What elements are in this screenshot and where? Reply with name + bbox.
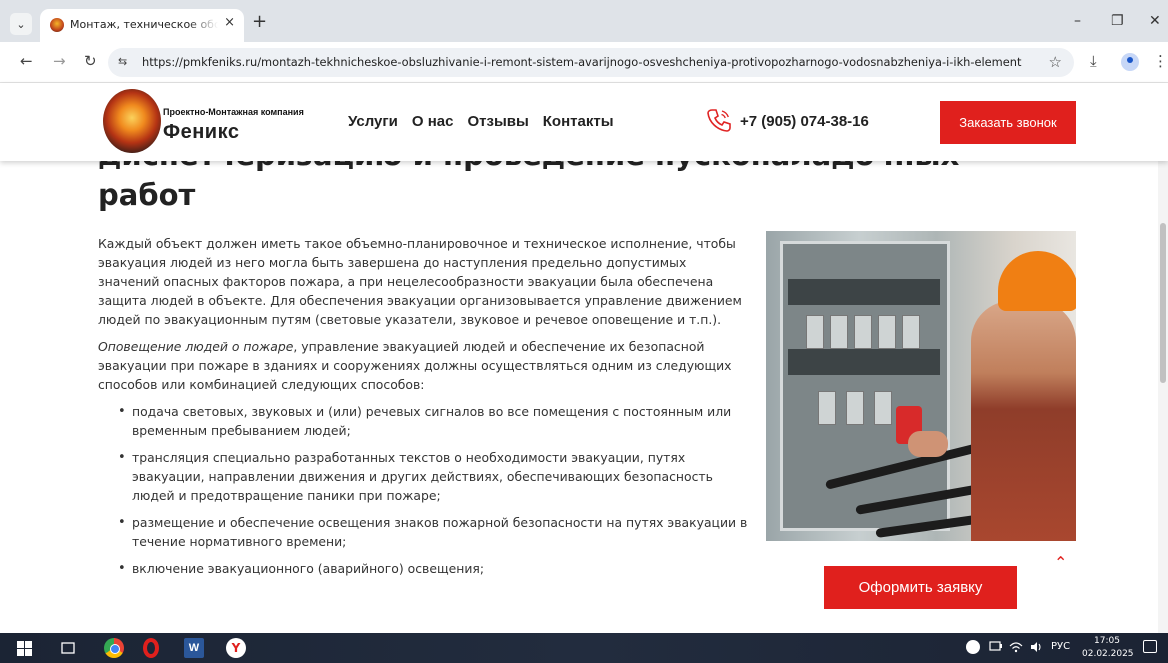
clock-time[interactable]: 17:05 (1094, 636, 1120, 646)
notification-paragraph: Оповещение людей о пожаре, управление эв… (98, 337, 748, 394)
clock-date[interactable]: 02.02.2025 (1082, 649, 1134, 659)
volume-icon[interactable] (1030, 641, 1044, 656)
yandex-tray-icon[interactable] (966, 640, 980, 657)
new-tab-button[interactable]: + (252, 13, 267, 31)
url-text[interactable]: https://pmkfeniks.ru/montazh-tekhnichesk… (142, 55, 1022, 69)
page-title: диспетчеризацию и проведение пусконаладо… (98, 161, 1058, 215)
windows-start-icon[interactable] (14, 638, 34, 658)
intro-paragraph: Каждый объект должен иметь такое объемно… (98, 236, 742, 327)
yandex-browser-icon[interactable]: Y (226, 638, 246, 658)
order-button[interactable]: Оформить заявку (824, 566, 1017, 609)
scroll-to-top-icon[interactable]: ⌃ (1054, 553, 1067, 572)
breaker (874, 391, 892, 425)
methods-list: подача световых, звуковых и (или) речевы… (118, 402, 748, 578)
page-title-line-1: диспетчеризацию и проведение пусконаладо… (98, 161, 959, 172)
electrician-figure (971, 301, 1076, 541)
reload-icon[interactable]: ↻ (84, 52, 97, 70)
site-header: Проектно-Монтажная компания Феникс Услуг… (0, 83, 1168, 161)
nav-item-contacts[interactable]: Контакты (543, 113, 614, 130)
breaker (830, 315, 848, 349)
callback-button[interactable]: Заказать звонок (940, 101, 1076, 144)
article-text: Каждый объект должен иметь такое объемно… (98, 234, 748, 586)
breaker (902, 315, 920, 349)
nav-item-services[interactable]: Услуги (348, 113, 398, 130)
page-title-line-2: работ (98, 178, 196, 212)
breaker (846, 391, 864, 425)
breaker (854, 315, 872, 349)
list-item: размещение и обеспечение освещения знако… (118, 513, 748, 551)
list-item: трансляция специально разработанных текс… (118, 448, 748, 505)
back-icon[interactable]: ← (20, 52, 33, 70)
browser-tab-bar: ⌄ Монтаж, техническое обслуживание × + –… (0, 0, 1168, 42)
battery-icon[interactable] (989, 641, 1003, 654)
logo-title[interactable]: Феникс (163, 121, 239, 144)
din-rail (788, 349, 940, 375)
list-item: подача световых, звуковых и (или) речевы… (118, 402, 748, 440)
language-indicator[interactable]: РУС (1051, 641, 1070, 652)
bookmark-star-icon[interactable]: ☆ (1049, 53, 1062, 71)
nav-item-reviews[interactable]: Отзывы (467, 113, 528, 130)
tab-title: Монтаж, техническое обслуживание (70, 18, 218, 31)
breaker (818, 391, 836, 425)
page-scrollbar[interactable] (1158, 83, 1168, 633)
restore-button[interactable]: ❐ (1111, 13, 1124, 29)
hard-hat (998, 251, 1076, 311)
breaker (806, 315, 824, 349)
address-bar[interactable]: ⇆ https://pmkfeniks.ru/montazh-tekhniche… (108, 48, 1074, 77)
notification-term: Оповещение людей о пожаре (98, 339, 294, 354)
wifi-icon[interactable] (1009, 641, 1023, 656)
close-window-button[interactable]: ✕ (1149, 13, 1161, 29)
forward-icon[interactable]: → (53, 52, 66, 70)
browser-menu-icon[interactable]: ⋮ (1153, 52, 1168, 70)
scrollbar-thumb[interactable] (1160, 223, 1166, 383)
list-item: включение эвакуационного (аварийного) ос… (118, 559, 748, 578)
page-content: диспетчеризацию и проведение пусконаладо… (0, 161, 1168, 633)
browser-tab[interactable]: Монтаж, техническое обслуживание × (40, 9, 244, 42)
chrome-icon[interactable] (104, 638, 124, 658)
hand (908, 431, 948, 457)
din-rail (788, 279, 940, 305)
phone-icon (706, 107, 732, 138)
profile-avatar-icon[interactable] (1121, 53, 1139, 71)
tab-close-icon[interactable]: × (224, 15, 235, 30)
windows-taskbar: W Y РУС 17:05 02.02.2025 (0, 633, 1168, 663)
notification-center-icon[interactable] (1143, 640, 1157, 653)
tab-search-button[interactable]: ⌄ (10, 13, 32, 35)
site-info-icon[interactable]: ⇆ (118, 55, 127, 68)
breaker (878, 315, 896, 349)
word-icon[interactable]: W (184, 638, 204, 658)
opera-icon[interactable] (143, 638, 159, 658)
task-view-icon[interactable] (58, 638, 78, 658)
phone-number[interactable]: +7 (905) 074-38-16 (740, 113, 869, 130)
electrician-photo (766, 231, 1076, 541)
site-favicon-icon (50, 18, 64, 32)
nav-item-about[interactable]: О нас (412, 113, 454, 130)
download-icon[interactable]: ⤓ (1090, 52, 1097, 70)
main-nav: Услуги О нас Отзывы Контакты (348, 113, 628, 130)
minimize-button[interactable]: – (1074, 13, 1081, 29)
browser-toolbar: ← → ↻ ⇆ https://pmkfeniks.ru/montazh-tek… (0, 42, 1168, 83)
logo-subtitle: Проектно-Монтажная компания (163, 107, 304, 117)
phoenix-logo-icon[interactable] (103, 89, 161, 153)
